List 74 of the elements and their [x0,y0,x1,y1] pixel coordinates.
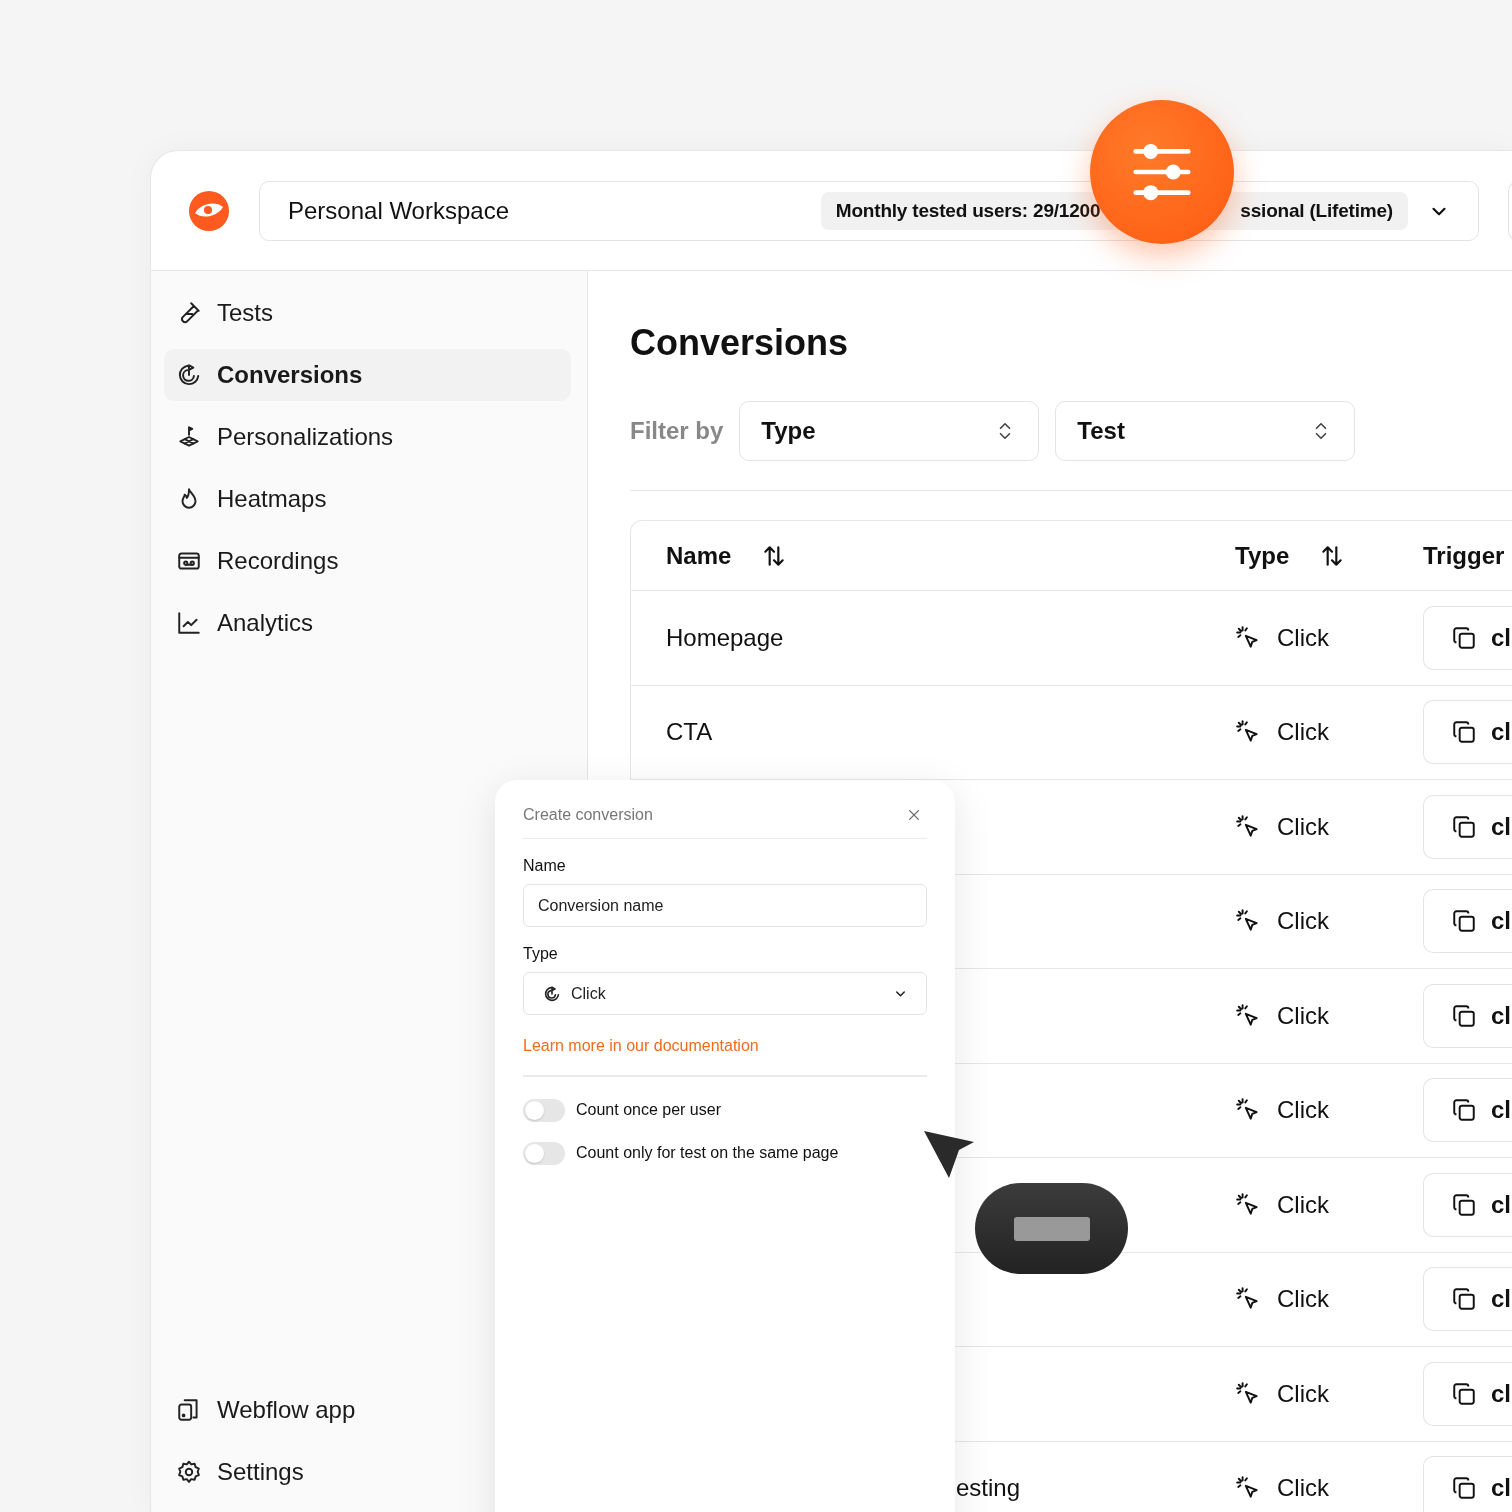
toggle-label: Count once per user [576,1101,721,1119]
toggle-label: Count only for test on the same page [576,1144,839,1162]
sidebar-item[interactable]: Recordings [164,535,571,587]
plan-text: ssional (Lifetime) [1240,199,1393,222]
copy-trigger-button[interactable]: cl [1423,1361,1512,1426]
copy-trigger-button[interactable]: cl [1423,1172,1512,1237]
page-title: Conversions [630,321,850,365]
table-cell: Click [1277,1285,1329,1314]
filter-label: Filter by [630,417,724,445]
filter-select[interactable]: Test [1055,401,1356,461]
chart-icon [176,610,202,636]
copy-icon [1451,1286,1477,1313]
flag-icon [176,424,202,450]
dropdown-field[interactable]: Click [523,972,927,1015]
copy-icon [1451,624,1477,651]
copy-icon [1451,1002,1477,1029]
column-header: Name [666,541,732,570]
cursor-click-icon [1235,813,1261,840]
copy-icon [1451,1191,1477,1218]
field-label: Name [523,857,567,875]
cursor-icon [923,1130,975,1180]
table-cell: Homepage [666,623,784,651]
column-header: Trigger [1423,541,1505,570]
cursor-click-icon [1235,624,1261,651]
filter-select[interactable]: Type [739,401,1040,461]
sidebar-item[interactable]: Settings [164,1446,571,1498]
settings-icon [176,1459,202,1485]
table-cell: Click [1277,1096,1329,1125]
sidebar-item[interactable]: Personalizations [164,411,571,463]
table-cell: CTA [666,718,713,746]
copy-trigger-button[interactable]: cl [1423,1078,1512,1143]
field-label: Type [523,945,559,963]
close-icon[interactable] [907,808,921,822]
copy-trigger-button[interactable]: cl [1423,605,1512,670]
table-cell: Click [1277,1379,1329,1408]
target-icon [176,362,202,388]
column-header: Type [1235,541,1290,570]
copy-trigger-button[interactable]: cl [1423,700,1512,765]
sliders-icon [1132,142,1192,202]
sidebar-item[interactable]: Heatmaps [164,473,571,525]
table-cell: Click [1277,623,1329,652]
copy-icon [1451,1475,1477,1502]
text-field[interactable]: Conversion name [523,884,927,927]
target-icon [543,984,561,1003]
copy-icon [1451,719,1477,746]
toggle-switch[interactable] [523,1141,565,1165]
copy-trigger-button[interactable]: cl [1423,889,1512,954]
table-cell: Click [1277,812,1329,841]
toggle-switch[interactable] [523,1098,565,1122]
copy-trigger-button[interactable]: cl [1423,983,1512,1048]
sidebar-item[interactable]: Conversions [164,349,571,401]
copy-icon [1451,908,1477,935]
copy-trigger-button[interactable]: cl [1423,1267,1512,1332]
dialog-title: Create conversion [523,806,653,824]
logo-icon [188,189,230,232]
table-cell: Click [1277,1001,1329,1030]
table-cell: esting [956,1474,1021,1502]
cursor-click-icon [1235,1380,1261,1407]
copy-icon [1451,1380,1477,1407]
sidebar-item[interactable]: Analytics [164,597,571,649]
usage-text: Monthly tested users: 29/1200 [835,199,1101,222]
table-cell: Click [1277,907,1329,936]
copy-trigger-button[interactable]: cl [1423,1456,1512,1512]
table-cell: Click [1277,1190,1329,1219]
sidebar-item[interactable]: Webflow app [164,1384,571,1436]
cursor-click-icon [1235,1002,1261,1029]
sidebar-item[interactable]: Tests [164,287,571,339]
copy-icon [1451,813,1477,840]
workspace-name: Personal Workspace [288,196,510,225]
copy-icon [1451,1097,1477,1124]
table-cell: Click [1277,1474,1329,1503]
copy-trigger-button[interactable]: cl [1423,794,1512,859]
table-cell: Click [1277,718,1329,747]
cursor-click-icon [1235,1191,1261,1218]
